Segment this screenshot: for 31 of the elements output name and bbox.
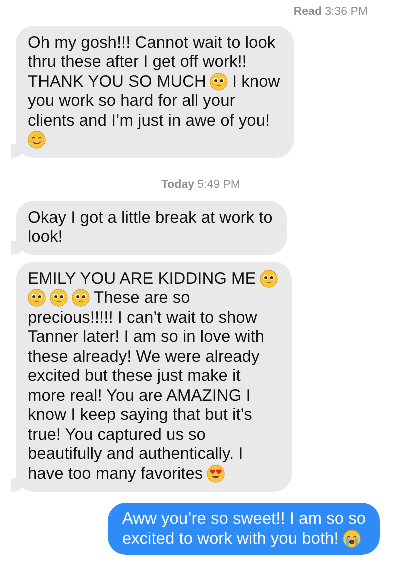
read-receipt: Read 3:36 PM [294,6,368,18]
pleading-face-icon [260,270,278,288]
pleading-face-icon [210,72,228,91]
message-text: look! [28,227,63,248]
message-text: Tanner later! I am so in love with [28,327,265,348]
message-text: Aww you’re so sweet!! I am so so [122,509,366,530]
message-text: true! You captured us so [28,424,206,445]
timestamp: Today 5:49 PM [161,179,241,191]
message-text: you work so hard for all your [28,91,236,112]
message-text: clients and I’m just in awe of you! [28,110,270,131]
message-text: these already! We were already [28,346,260,367]
message-text: know I keep saying that but it’s [28,405,252,426]
message-text: excited to work with you both! [122,528,339,549]
pleading-face-icon [50,289,68,308]
message-text: have too many favorites [28,464,204,484]
message-text: EMILY YOU ARE KIDDING ME [28,268,256,289]
message-text: Okay I got a little break at work to [28,208,273,228]
message-text: Oh my gosh!!! Cannot wait to look [28,32,276,53]
message-text: THANK YOU SO MUCH [28,72,206,92]
message-text: more real! You are AMAZING I [28,386,251,406]
message-text: beautifully and authentically. I [28,444,244,464]
smiling-face-icon [28,131,46,150]
pleading-face-icon [72,289,90,308]
message-text: precious!!!!! I can’t wait to show [28,308,258,328]
pleading-face-icon [28,289,46,308]
message-text: I know [232,72,280,92]
message-text: excited but these just make it [28,366,241,386]
heart-eyes-face-icon [207,464,226,483]
message-text: thru these after I get off work!! [28,52,247,72]
crying-face-icon [342,530,361,548]
message-text: These are so [94,288,190,308]
